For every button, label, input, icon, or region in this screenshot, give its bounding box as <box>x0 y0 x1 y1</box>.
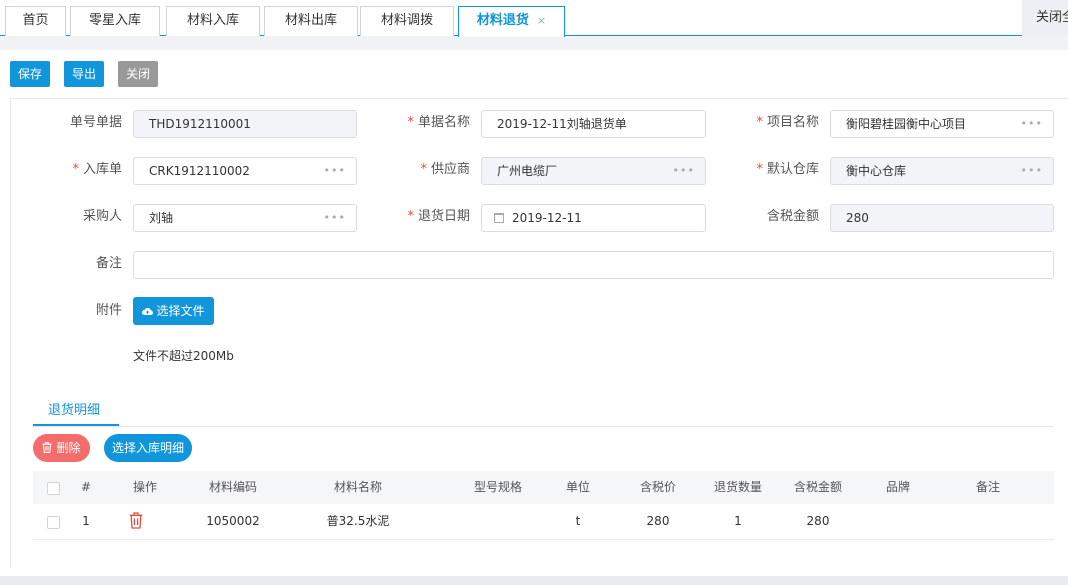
export-button[interactable]: 导出 <box>64 61 104 87</box>
close-all-tabs-button[interactable]: 关闭全部 <box>1022 0 1068 36</box>
attachment-label: 附件 <box>95 303 122 318</box>
cell-amount: 280 <box>806 514 830 528</box>
delete-button[interactable]: 删除 <box>33 434 90 462</box>
column-header: 型号规格 <box>473 480 522 494</box>
cell-remark <box>963 505 1013 538</box>
column-header: 退货数量 <box>713 480 762 494</box>
table-header: # 操作 材料编码 材料名称 型号规格 单位 含税价 退货数量 含税金额 品牌 … <box>33 471 1054 504</box>
upload-hint: 文件不超过200Mb <box>133 349 234 363</box>
tab-material-return[interactable]: 材料退货 × <box>458 6 565 37</box>
cloud-upload-icon <box>142 308 154 316</box>
trash-icon <box>42 442 52 453</box>
doc-no-field: THD1912110001 <box>133 110 357 138</box>
ellipsis-icon[interactable]: ••• <box>324 158 346 184</box>
column-header: 材料名称 <box>333 480 382 494</box>
tab-label: 材料调拨 <box>380 13 433 28</box>
tab-material-outbound[interactable]: 材料出库 <box>264 6 358 36</box>
project-picker[interactable]: 衡阳碧桂园衡中心项目 ••• <box>830 110 1054 138</box>
trash-icon[interactable] <box>129 512 143 529</box>
column-header: 材料编码 <box>208 480 257 494</box>
table-row[interactable]: 1 1050002 普32.5水泥 t 280 1 280 <box>33 505 1054 540</box>
choose-file-button[interactable]: 选择文件 <box>133 297 214 325</box>
calendar-icon <box>494 213 504 223</box>
return-date-label: * 退货日期 <box>407 209 470 224</box>
column-header: 含税金额 <box>793 480 842 494</box>
column-header: 品牌 <box>885 480 910 494</box>
select-all-checkbox[interactable] <box>47 482 60 495</box>
cell-material-code: 1050002 <box>206 514 260 528</box>
close-icon[interactable]: × <box>537 14 546 27</box>
ellipsis-icon[interactable]: ••• <box>324 205 346 231</box>
tab-material-transfer[interactable]: 材料调拨 <box>360 6 454 36</box>
cell-return-qty[interactable]: 1 <box>703 505 773 538</box>
column-header: 操作 <box>132 480 157 494</box>
tab-label: 材料入库 <box>186 13 239 28</box>
inbound-picker[interactable]: CRK1912110002 ••• <box>133 157 357 185</box>
tab-sporadic-inbound[interactable]: 零星入库 <box>70 6 160 36</box>
supplier-label: * 供应商 <box>420 162 470 177</box>
supplier-field: 广州电缆厂 ••• <box>481 157 706 185</box>
return-date-picker[interactable]: 2019-12-11 <box>481 204 706 232</box>
column-header: 单位 <box>565 480 590 494</box>
buyer-picker[interactable]: 刘轴 ••• <box>133 204 357 232</box>
save-button[interactable]: 保存 <box>10 61 50 87</box>
project-label: * 项目名称 <box>756 115 819 130</box>
warehouse-field: 衡中心仓库 ••• <box>830 157 1054 185</box>
tab-material-inbound[interactable]: 材料入库 <box>166 6 260 36</box>
buyer-label: 采购人 <box>82 209 122 224</box>
column-header: 备注 <box>975 480 1000 494</box>
tab-bar: 首页 零星入库 材料入库 材料出库 材料调拨 材料退货 × 关闭全部 <box>0 0 1068 37</box>
tab-return-detail[interactable]: 退货明细 <box>48 399 100 418</box>
cell-brand <box>873 505 923 538</box>
tab-label: 首页 <box>22 13 49 28</box>
row-checkbox[interactable] <box>47 516 60 529</box>
doc-no-label: 单号单据 <box>69 115 122 130</box>
remark-label: 备注 <box>95 256 122 271</box>
cell-material-name: 普32.5水泥 <box>326 514 390 528</box>
bottom-bar <box>0 576 1068 585</box>
select-inbound-detail-button[interactable]: 选择入库明细 <box>104 434 192 462</box>
cell-unit: t <box>575 514 581 528</box>
close-button[interactable]: 关闭 <box>118 61 158 87</box>
doc-name-input[interactable]: 2019-12-11刘轴退货单 <box>481 110 706 138</box>
inbound-label: * 入库单 <box>72 162 122 177</box>
tab-label: 零星入库 <box>88 13 141 28</box>
remark-input[interactable] <box>133 251 1054 279</box>
subtab-active-indicator <box>33 424 119 426</box>
doc-name-label: * 单据名称 <box>407 115 470 130</box>
subtab-divider <box>33 426 1054 427</box>
ellipsis-icon: ••• <box>1020 164 1043 177</box>
tab-home[interactable]: 首页 <box>5 6 66 36</box>
cell-spec <box>453 505 543 538</box>
tax-amount-label: 含税金额 <box>766 209 819 224</box>
tab-label: 材料出库 <box>284 13 337 28</box>
column-header: 含税价 <box>639 480 676 494</box>
ellipsis-icon[interactable]: ••• <box>1021 111 1043 137</box>
warehouse-label: * 默认仓库 <box>756 162 819 177</box>
ellipsis-icon: ••• <box>672 164 695 177</box>
cell-price: 280 <box>646 514 670 528</box>
row-index: 1 <box>82 514 90 528</box>
tab-label: 材料退货 <box>476 13 529 28</box>
column-header: # <box>80 480 92 494</box>
tax-amount-field: 280 <box>830 204 1054 232</box>
main-panel: 保存 导出 关闭 单号单据 THD1912110001 * 单据名称 2019-1… <box>0 50 1068 576</box>
